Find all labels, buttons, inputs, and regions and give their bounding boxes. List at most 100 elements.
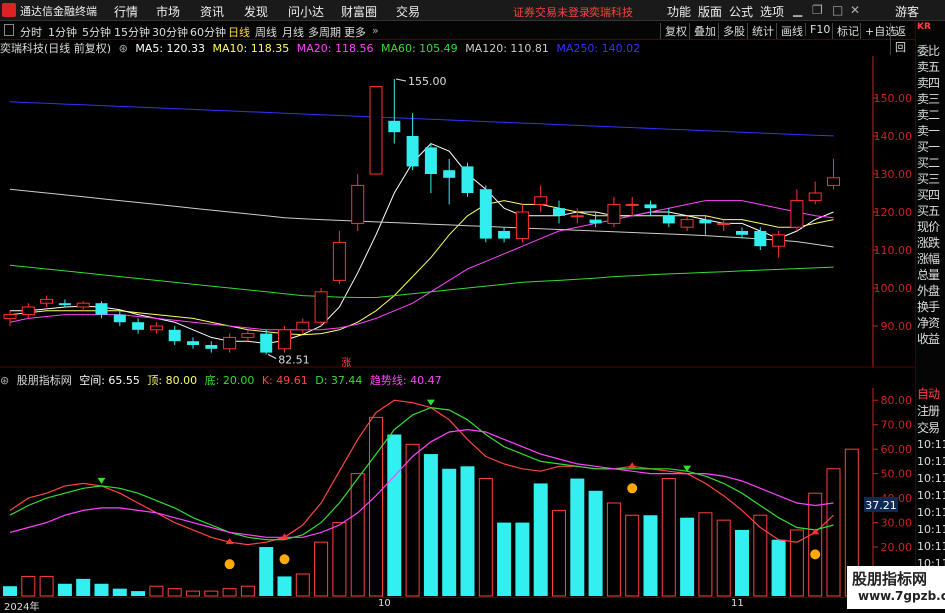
price-tick-label: 110.00 <box>874 244 913 257</box>
menu-item[interactable]: 财富圈 <box>341 3 377 20</box>
period-tab[interactable]: 多周期 <box>308 24 341 40</box>
period-tab-more[interactable]: 更多 <box>344 24 366 40</box>
period-tab[interactable]: 周线 <box>255 24 277 40</box>
price-tick-label: 140.00 <box>874 130 913 143</box>
toolbar-button[interactable]: 多股 <box>718 23 745 39</box>
trade-login-notice[interactable]: 证券交易未登录 <box>513 4 590 20</box>
ma-legend: 奕瑞科技(日线 前复权) ⊛ MA5: 120.33 MA10: 118.35 … <box>0 40 644 56</box>
candle-body-up <box>296 321 310 331</box>
chevron-right-icon[interactable]: » <box>372 24 379 37</box>
candle-body-down <box>644 204 657 209</box>
period-tab[interactable]: 月线 <box>282 24 304 40</box>
close-icon[interactable]: ✕ <box>850 3 860 17</box>
quote-label: 现价 <box>917 220 940 234</box>
quote-label: 净资 <box>917 316 940 330</box>
toolbar-button[interactable]: 画线 <box>776 23 803 39</box>
settings-icon[interactable]: ⊛ <box>0 374 9 387</box>
menu-item[interactable]: 选项 <box>760 3 784 20</box>
candle-body-down <box>406 136 419 167</box>
candle-body-down <box>553 208 565 216</box>
high-price-label: 155.00 <box>408 75 447 88</box>
chart-toolbar: 分时 1分钟 5分钟 15分钟 30分钟 60分钟 日线 周线 月线 多周期 更… <box>0 21 915 55</box>
period-tab[interactable]: 分时 <box>20 24 42 40</box>
indicator-tick-label: 70.00 <box>881 419 913 432</box>
space-bar <box>460 466 475 596</box>
period-tab[interactable]: 5分钟 <box>82 24 111 40</box>
panel-tab[interactable]: 注册 <box>917 402 945 419</box>
candle-body-down <box>113 314 126 323</box>
space-bar <box>186 590 200 597</box>
space-bar <box>39 575 54 597</box>
space-bar <box>387 434 402 596</box>
toolbar-button[interactable]: 复权 <box>660 23 687 39</box>
indicator-tick-label: 20.00 <box>881 541 913 554</box>
up-arrow-icon <box>628 462 637 469</box>
period-tab[interactable]: 15分钟 <box>114 24 150 40</box>
menu-item[interactable]: 公式 <box>729 3 753 20</box>
candle-body-up <box>790 200 804 228</box>
menu-item[interactable]: 功能 <box>667 3 691 20</box>
candle-body-down <box>699 219 712 224</box>
candlestick-chart[interactable]: 90.00 100.00 110.00 120.00 130.00 140.00 150.0… <box>0 56 915 368</box>
candle-body-up <box>772 234 786 247</box>
menu-item[interactable]: 版面 <box>698 3 722 20</box>
menu-item[interactable]: 问小达 <box>288 3 324 20</box>
panel-tab[interactable]: 交易 <box>917 419 945 436</box>
indicator-chart[interactable]: 20.0030.0040.0050.0060.0070.0080.0037.21 <box>0 388 915 597</box>
time-label: 11 <box>731 598 744 609</box>
settings-icon[interactable]: ⊛ <box>119 42 128 55</box>
panel-tab[interactable]: 自动 <box>917 385 945 402</box>
period-tab[interactable]: 60分钟 <box>190 24 226 40</box>
time-axis: 2024年 10 11 <box>0 597 915 613</box>
menu-item[interactable]: 交易 <box>396 3 420 20</box>
quote-label: 买五 <box>917 204 940 218</box>
candle-body-down <box>132 322 145 330</box>
buy-signal-icon <box>224 559 235 570</box>
maximize-icon[interactable]: □ <box>832 3 843 17</box>
space-bar <box>661 478 676 597</box>
menu-item[interactable]: 行情 <box>114 3 138 20</box>
period-tab-active[interactable]: 日线 <box>228 24 250 40</box>
quote-label: 卖五 <box>917 60 940 74</box>
space-bar <box>680 517 695 596</box>
space-bar <box>552 509 566 597</box>
minimize-icon[interactable]: ▁ <box>793 3 802 17</box>
quote-label: 买一 <box>917 140 940 154</box>
candle-body-down <box>58 303 71 306</box>
period-tab[interactable]: 30分钟 <box>152 24 188 40</box>
toolbar-button[interactable]: 标记 <box>832 23 859 39</box>
indicator-legend: ⊛ 股朋指标网 空间: 65.55 顶: 80.00 底: 20.00 K: 4… <box>0 372 446 388</box>
candle-body-up <box>534 196 548 205</box>
toolbar-button[interactable]: F10 <box>805 23 830 36</box>
app-logo-icon <box>2 3 16 17</box>
space-bar <box>295 573 310 597</box>
back-button[interactable]: 返回 <box>890 23 915 55</box>
tick-time: 10:11 <box>917 472 945 485</box>
guest-label[interactable]: 游客 <box>895 3 919 20</box>
space-bar <box>259 547 274 596</box>
space-bar <box>570 478 585 596</box>
space-bar <box>3 586 17 596</box>
space-bar <box>643 515 658 596</box>
tick-time: 10:11 <box>917 523 945 536</box>
space-bar <box>222 588 237 597</box>
toolbar-button[interactable]: 叠加 <box>689 23 716 39</box>
menu-item[interactable]: 发现 <box>244 3 268 20</box>
menu-item[interactable]: 资讯 <box>200 3 224 20</box>
restore-icon[interactable]: ❐ <box>812 3 823 17</box>
chart-title: 奕瑞科技(日线 前复权) <box>0 42 112 55</box>
space-bar <box>588 490 603 596</box>
space-bar <box>716 519 731 597</box>
buy-signal-icon <box>279 554 290 565</box>
quote-label: 外盘 <box>917 284 940 298</box>
toolbar-button[interactable]: 统计 <box>747 23 774 39</box>
space-bar <box>21 575 36 597</box>
candle-body-down <box>260 333 273 353</box>
menu-item[interactable]: 市场 <box>156 3 180 20</box>
ma-value: MA10: 118.35 <box>212 42 290 55</box>
candle-body-down <box>205 345 218 349</box>
quote-label: 收益 <box>917 332 940 346</box>
period-tab[interactable]: 1分钟 <box>48 24 77 40</box>
candle-body-up <box>149 325 163 331</box>
layout-icon[interactable] <box>4 24 14 36</box>
